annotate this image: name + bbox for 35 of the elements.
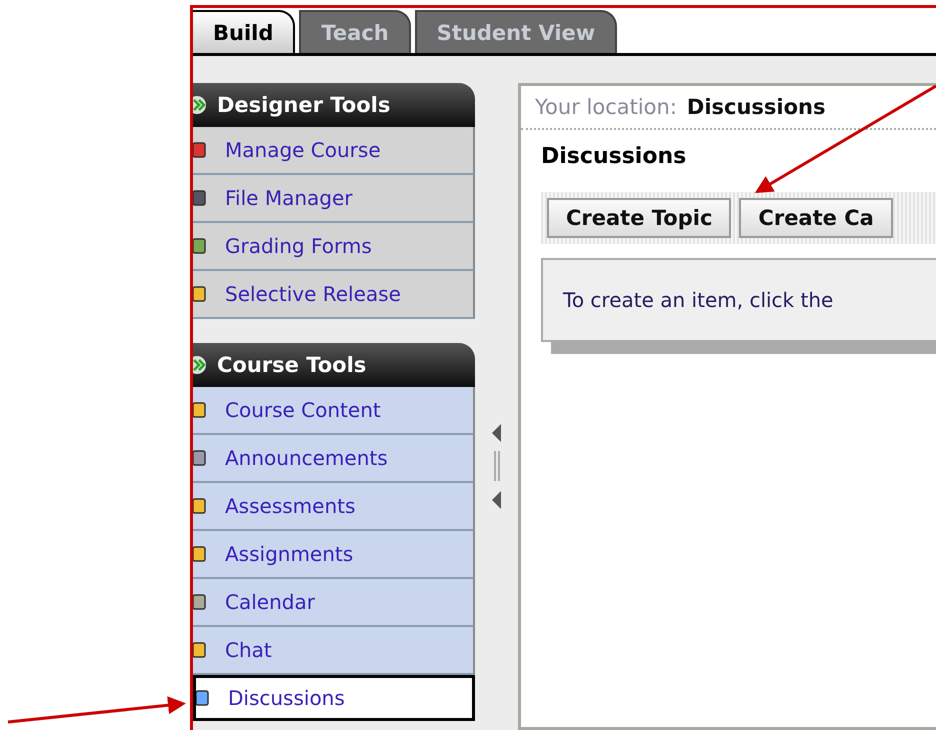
collapse-icon[interactable] [193,355,207,375]
sidebar-item[interactable]: Announcements [193,435,475,483]
sidebar-item[interactable]: Selective Release [193,271,475,319]
sidebar-item[interactable]: Discussions [193,675,475,721]
tool-icon [193,236,207,256]
page-heading: Discussions [540,143,688,171]
sidebar-item[interactable]: Chat [193,627,475,675]
sidebar-item[interactable]: Assessments [193,483,475,531]
sidebar-item[interactable]: Manage Course [193,127,475,175]
collapse-icon[interactable] [193,95,207,115]
section-header[interactable]: Designer Tools [193,83,475,127]
tool-icon [193,640,207,660]
tool-icon [193,140,207,160]
tool-icon [193,188,207,208]
tab[interactable]: Build [193,10,296,53]
section-title: Designer Tools [217,93,390,117]
sidebar-item[interactable]: Grading Forms [193,223,475,271]
tool-icon [193,544,207,564]
tool-icon [193,400,207,420]
section-title: Course Tools [217,353,366,377]
section-header[interactable]: Course Tools [193,343,475,387]
sidebar-item[interactable]: Assignments [193,531,475,579]
sidebar-item[interactable]: Course Content [193,387,475,435]
sidebar-item[interactable]: Calendar [193,579,475,627]
location-value: Discussions [686,95,826,119]
toolbar-button[interactable]: Create Topic [547,198,732,238]
location-label: Your location: [535,95,677,119]
tool-icon [193,592,207,612]
toolbar-button[interactable]: Create Ca [739,198,893,238]
message-text: To create an item, click the [563,288,834,312]
tool-icon [193,284,207,304]
tool-icon [193,496,207,516]
tool-icon [193,448,207,468]
sidebar-item[interactable]: File Manager [193,175,475,223]
tool-icon [196,688,210,708]
